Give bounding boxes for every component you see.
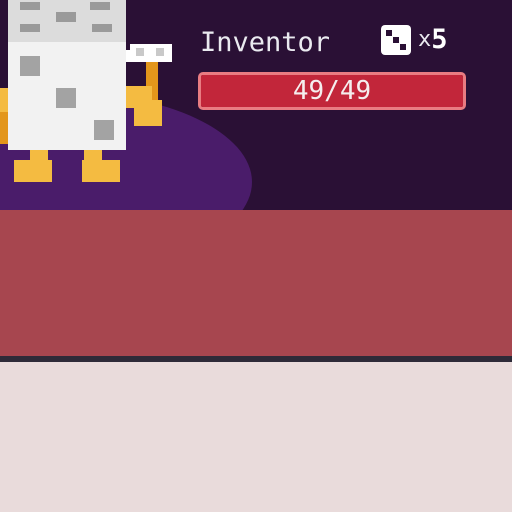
left-foot [14, 160, 52, 182]
character-name: Inventor [200, 27, 331, 58]
action-area[interactable] [0, 210, 512, 356]
dice-count: 5 [431, 24, 448, 55]
hp-bar: 49/49 [198, 72, 466, 110]
right-hand-lower [134, 100, 162, 126]
hp-text: 49/49 [292, 76, 372, 106]
dice-counter: x 5 [380, 22, 448, 58]
bottom-panel [0, 362, 512, 512]
hammer-icon [126, 44, 172, 62]
body-spot [56, 88, 76, 108]
game-screen: Inventor x 5 49/49 [0, 0, 512, 512]
body-spot [20, 56, 40, 76]
dice-icon [381, 25, 411, 55]
character-panel: Inventor x 5 49/49 [0, 0, 512, 210]
body-spot [94, 120, 114, 140]
right-foot [82, 160, 120, 182]
dice-multiplier: x [418, 27, 432, 52]
inventor-sprite[interactable] [0, 0, 180, 190]
